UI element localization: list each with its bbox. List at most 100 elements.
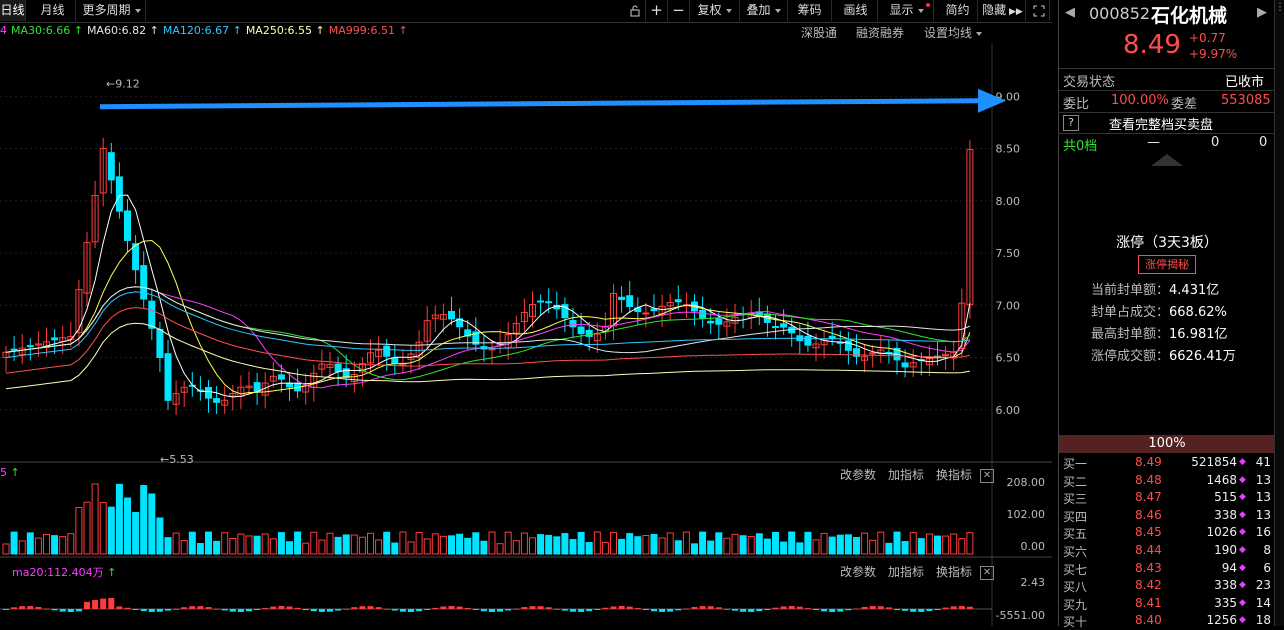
ma-legend-item: MA999:6.51 ↑ — [328, 24, 408, 37]
macd-bar — [246, 609, 252, 612]
tab-daily[interactable]: 日线 — [0, 0, 26, 21]
bid-row[interactable]: 买九 8.41 335 ◆ 14 — [1063, 596, 1273, 613]
macd-bar — [537, 606, 544, 609]
zoom-in-icon[interactable]: + — [646, 0, 668, 21]
volume-bar — [148, 493, 156, 555]
volume-bar — [828, 536, 836, 555]
candle — [277, 374, 285, 380]
macd-bar — [505, 609, 512, 611]
volume-bar — [869, 539, 877, 555]
close-icon[interactable]: ✕ — [980, 565, 995, 580]
full-book-link[interactable]: 查看完整档买卖盘 — [1109, 114, 1213, 133]
prev-stock-icon[interactable]: ◀ — [1065, 5, 1075, 20]
macd-bar — [885, 607, 892, 609]
volume-bar — [456, 533, 464, 555]
volume-bar — [34, 537, 42, 555]
candle — [213, 398, 221, 403]
bid-row[interactable]: 买四 8.46 338 ◆ 13 — [1063, 508, 1273, 525]
close-icon[interactable]: ✕ — [980, 468, 995, 483]
fullscreen-icon[interactable] — [1028, 0, 1050, 21]
volume-switch-indicator[interactable]: 换指标 — [936, 468, 972, 482]
lock-icon[interactable] — [624, 0, 646, 21]
next-stock-icon[interactable]: ▶ — [1257, 5, 1267, 20]
candle — [164, 353, 172, 401]
volume-bar — [861, 532, 869, 555]
y-axis-tick: 7.00 — [996, 299, 1021, 312]
macd-bar — [408, 609, 414, 612]
bid-row[interactable]: 买六 8.44 190 ◆ 8 — [1063, 543, 1273, 560]
volume-bar — [261, 533, 269, 555]
macd-bar — [148, 609, 155, 612]
ma-settings-dropdown[interactable]: 设置均线 — [924, 24, 982, 41]
candle — [334, 363, 342, 373]
volume-bar — [245, 535, 253, 555]
volume-bar — [553, 536, 561, 555]
volume-bar — [196, 543, 204, 555]
weicha-value: 553085 — [1221, 93, 1271, 108]
limit-up-reveal-tag[interactable]: 涨停揭秘 — [1138, 255, 1196, 274]
bid-row[interactable]: 买十 8.40 1256 ◆ 18 — [1063, 613, 1273, 630]
macd-bar — [480, 609, 487, 612]
draw-button[interactable]: 画线 — [834, 0, 878, 21]
overlay-dropdown[interactable]: 叠加 — [740, 0, 788, 21]
macd-bar — [440, 606, 447, 609]
macd-edit-params[interactable]: 改参数 — [840, 565, 876, 579]
macd-switch-indicator[interactable]: 换指标 — [936, 565, 972, 579]
volume-bar — [18, 540, 26, 555]
bid-volume: 1256 — [1206, 613, 1237, 628]
hide-button[interactable]: 隐藏 ▶▶ — [980, 0, 1026, 21]
bid-price: 8.49 — [1135, 455, 1162, 469]
bid-count: 41 — [1255, 455, 1271, 469]
bid-row[interactable]: 买二 8.48 1468 ◆ 13 — [1063, 473, 1273, 490]
bid-row[interactable]: 买五 8.45 1026 ◆ 16 — [1063, 525, 1273, 542]
more-periods-dropdown[interactable]: 更多周期 — [78, 0, 146, 21]
macd-bar — [11, 607, 18, 609]
macd-bar — [335, 609, 342, 611]
volume-bar — [124, 497, 131, 555]
volume-bar — [2, 543, 10, 555]
candle — [869, 352, 877, 355]
y-axis-tick: 6.50 — [996, 352, 1021, 365]
bid-row[interactable]: 买七 8.43 94 ◆ 6 — [1063, 561, 1273, 578]
volume-edit-params[interactable]: 改参数 — [840, 468, 876, 482]
ma-legend-item: MA30:6.66 ↑ — [11, 24, 83, 37]
bid-row[interactable]: 买三 8.47 515 ◆ 13 — [1063, 490, 1273, 507]
help-icon[interactable]: ? — [1063, 115, 1079, 131]
macd-add-indicator[interactable]: 加指标 — [888, 565, 924, 579]
zoom-out-icon[interactable]: − — [668, 0, 690, 21]
macd-bar — [610, 606, 617, 609]
macd-bar — [561, 609, 568, 611]
margin-link[interactable]: 融资融券 — [856, 24, 904, 41]
collapse-icon[interactable] — [1151, 154, 1183, 166]
candle — [383, 345, 391, 357]
macd-bar — [464, 607, 471, 609]
volume-bar — [43, 533, 50, 555]
kline-chart[interactable]: 9.008.508.007.507.006.506.00←9.12←5.5320… — [0, 44, 1052, 626]
macd-bar — [869, 606, 876, 609]
candle — [391, 357, 399, 364]
chips-button[interactable]: 筹码 — [788, 0, 832, 21]
volume-bar — [577, 531, 585, 555]
volume-bar — [739, 535, 747, 555]
bid-row[interactable]: 买八 8.42 338 ◆ 23 — [1063, 578, 1273, 595]
simple-button[interactable]: 简约 — [938, 0, 978, 21]
chart-toolbar: 日线 月线 更多周期 + − 复权 叠加 筹码 画线 显示 简约 隐藏 ▶▶ — [0, 0, 1052, 23]
sgt-link[interactable]: 深股通 — [801, 24, 837, 41]
tab-monthly[interactable]: 月线 — [30, 0, 76, 21]
macd-bar — [529, 606, 536, 609]
macd-bar — [894, 609, 900, 610]
macd-bar — [877, 606, 884, 609]
fq-dropdown[interactable]: 复权 — [690, 0, 740, 21]
volume-bar — [59, 536, 67, 555]
bid-row[interactable]: 买一 8.49 521854 ◆ 41 — [1063, 455, 1273, 472]
volume-bar — [310, 531, 318, 555]
volume-bar — [132, 511, 140, 555]
volume-add-indicator[interactable]: 加指标 — [888, 468, 924, 482]
levels-dash: — — [1147, 135, 1160, 150]
volume-bar — [367, 532, 374, 555]
volume-bar — [796, 542, 804, 555]
macd-bar — [513, 608, 520, 610]
macd-bar — [254, 609, 261, 610]
volume-bar — [10, 531, 18, 555]
macd-bar — [861, 606, 868, 609]
